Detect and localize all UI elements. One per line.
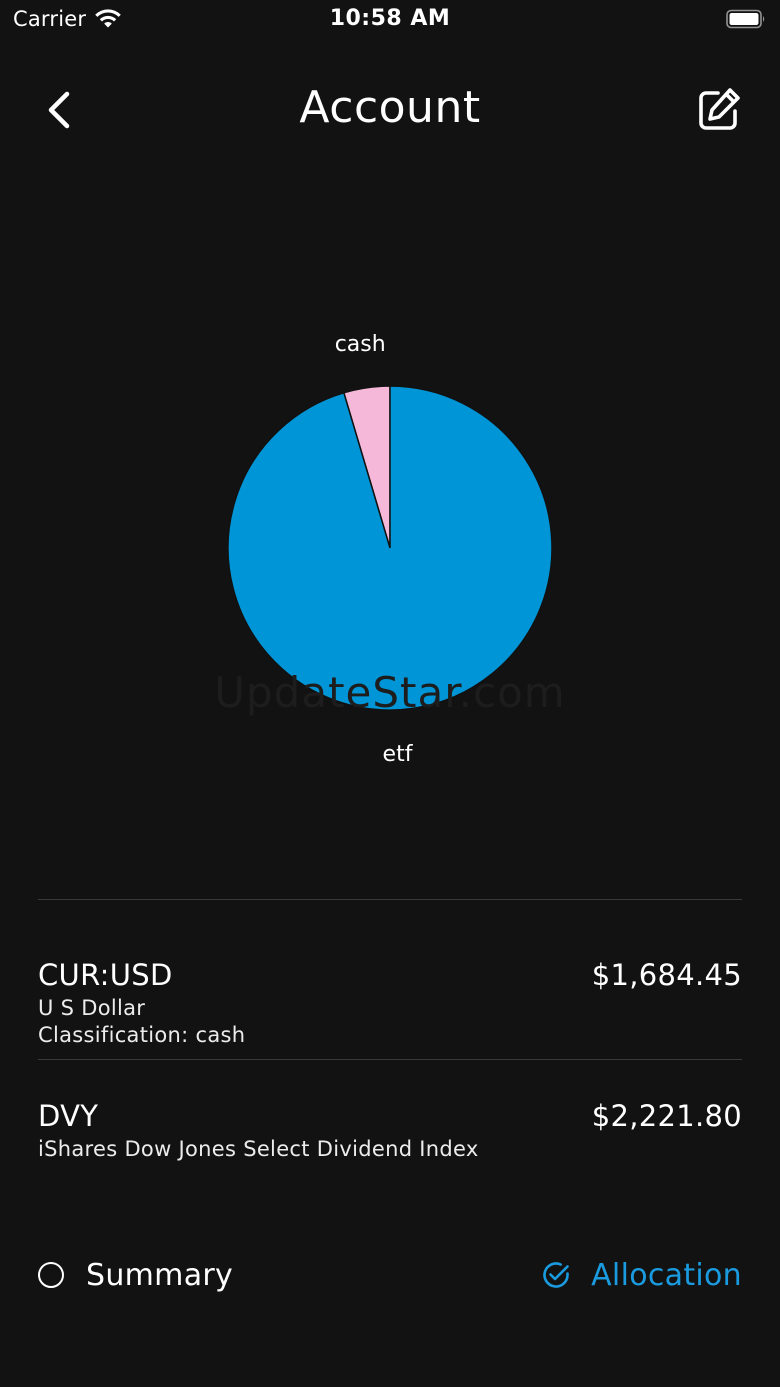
pie-label-etf: etf: [383, 742, 414, 767]
holding-value: $2,221.80: [591, 1099, 742, 1133]
divider: [38, 899, 742, 900]
allocation-pie-chart: cash etf: [227, 332, 553, 767]
holding-classification: Classification: cash: [38, 1023, 246, 1047]
allocation-label: Allocation: [591, 1257, 742, 1293]
summary-label: Summary: [86, 1257, 234, 1293]
allocation-option[interactable]: Allocation: [541, 1253, 742, 1297]
pie-slice-etf: [227, 385, 553, 711]
check-circle-icon: [543, 1262, 569, 1288]
battery-icon: [726, 9, 765, 29]
holding-value: $1,684.45: [591, 958, 742, 992]
holding-row[interactable]: DVY $2,221.80 iShares Dow Jones Select D…: [38, 1099, 742, 1169]
edit-icon: [699, 88, 740, 130]
divider: [38, 1059, 742, 1060]
account-screen: Carrier 10:58 AM Account cash etf UpdateS…: [0, 0, 780, 1387]
holding-row[interactable]: CUR:USD $1,684.45 U S Dollar Classificat…: [38, 958, 742, 1053]
status-time: 10:58 AM: [329, 6, 451, 31]
radio-unchecked-icon: [38, 1262, 64, 1288]
holding-name: iShares Dow Jones Select Dividend Index: [38, 1137, 479, 1161]
holding-symbol: DVY: [38, 1099, 99, 1133]
status-bar: Carrier 10:58 AM: [0, 0, 780, 40]
pie-label-cash: cash: [335, 332, 386, 357]
holding-symbol: CUR:USD: [38, 958, 173, 992]
summary-option[interactable]: Summary: [38, 1253, 233, 1297]
holding-name: U S Dollar: [38, 996, 146, 1020]
watermark-text: UpdateStar.com: [214, 668, 566, 717]
edit-button[interactable]: [690, 82, 746, 138]
page-title: Account: [299, 82, 481, 133]
